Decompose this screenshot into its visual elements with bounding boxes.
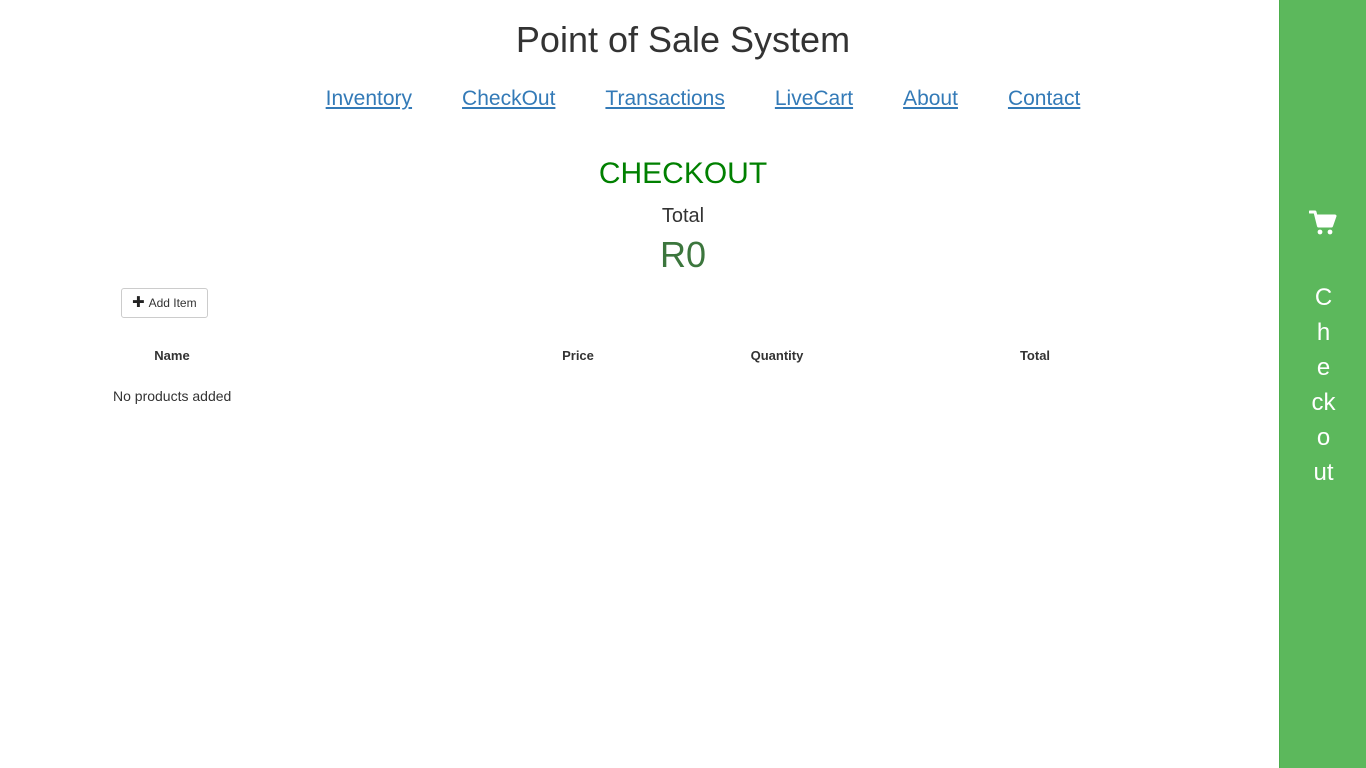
- page: Point of Sale System Inventory CheckOut …: [0, 0, 1366, 768]
- add-item-label: Add Item: [148, 296, 197, 310]
- nav-link-livecart[interactable]: LiveCart: [775, 84, 853, 114]
- add-item-button[interactable]: ✚ Add Item: [121, 288, 208, 318]
- nav-link-checkout[interactable]: CheckOut: [462, 84, 555, 114]
- nav-link-transactions[interactable]: Transactions: [605, 84, 724, 114]
- checkout-heading: CHECKOUT: [598, 157, 768, 190]
- column-header-name: Name: [154, 348, 190, 363]
- checkout-sidebar-button[interactable]: Checkout: [1279, 0, 1366, 768]
- nav-link-contact[interactable]: Contact: [1008, 84, 1080, 114]
- empty-cart-message: No products added: [113, 388, 232, 404]
- main-nav: Inventory CheckOut Transactions LiveCart…: [0, 84, 1366, 114]
- column-header-quantity: Quantity: [750, 348, 804, 363]
- shopping-cart-icon: [1309, 210, 1337, 235]
- app-title: Point of Sale System: [515, 19, 851, 60]
- total-value: R0: [659, 234, 707, 275]
- total-label: Total: [661, 205, 705, 227]
- sidebar-checkout-label: Checkout: [1311, 284, 1336, 486]
- column-header-price: Price: [562, 348, 594, 363]
- nav-link-inventory[interactable]: Inventory: [326, 84, 412, 114]
- column-header-total: Total: [1019, 348, 1051, 363]
- nav-link-about[interactable]: About: [903, 84, 958, 114]
- plus-icon: ✚: [132, 294, 145, 311]
